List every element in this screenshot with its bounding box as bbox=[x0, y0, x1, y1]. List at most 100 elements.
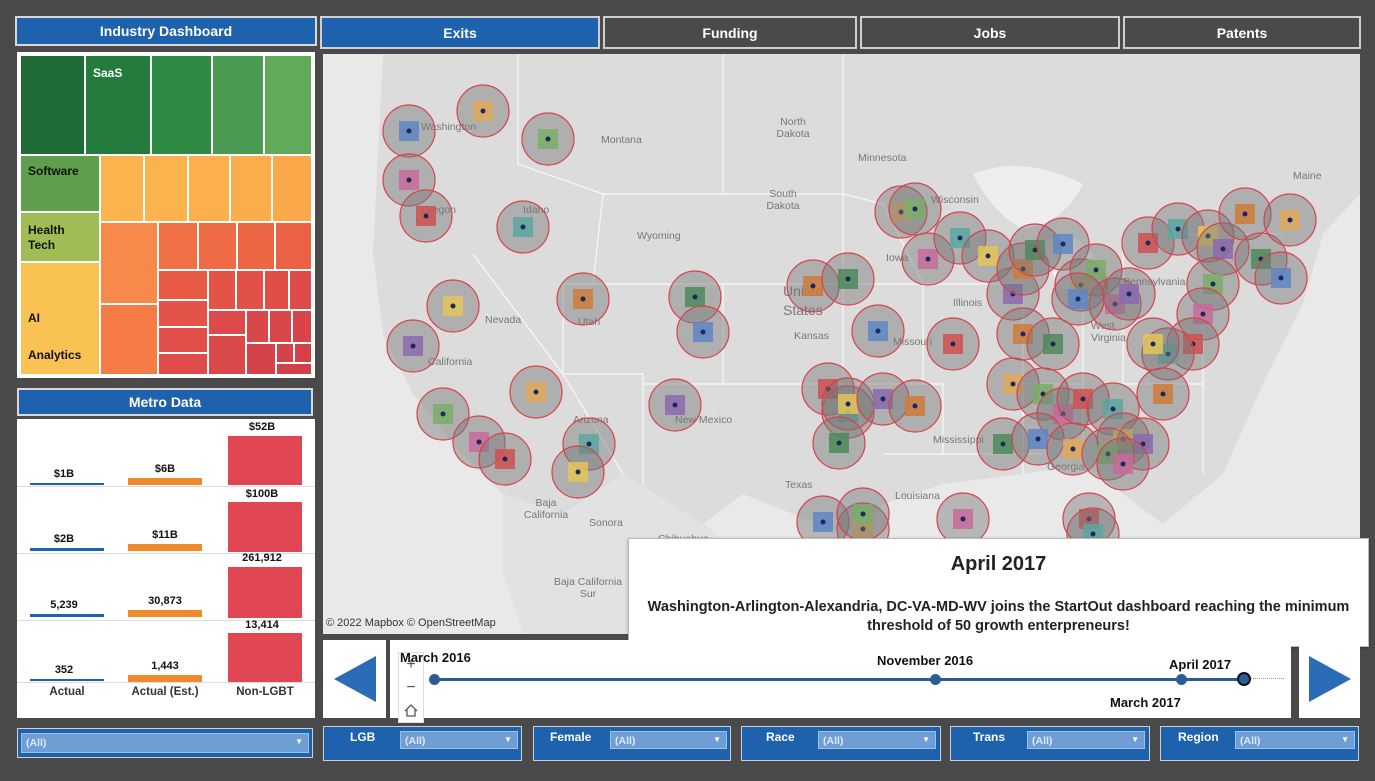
treemap-cell[interactable] bbox=[158, 327, 208, 353]
treemap-cell[interactable] bbox=[236, 270, 264, 310]
treemap-cell[interactable] bbox=[289, 270, 312, 310]
treemap-cell[interactable] bbox=[212, 55, 264, 155]
non-lgbt-bar[interactable] bbox=[228, 567, 302, 618]
metro-marker[interactable] bbox=[1136, 367, 1190, 421]
previous-button[interactable] bbox=[323, 640, 386, 718]
tab-funding[interactable]: Funding bbox=[603, 16, 857, 49]
actual-est-bar[interactable] bbox=[128, 610, 202, 617]
metro-marker[interactable] bbox=[521, 112, 575, 166]
filter-industry[interactable]: (All) ▼ bbox=[17, 728, 313, 758]
treemap-cell[interactable] bbox=[100, 304, 158, 375]
metro-marker[interactable] bbox=[556, 272, 610, 326]
industry-treemap[interactable]: SaaS Software Health Tech AI Analytics bbox=[17, 52, 315, 378]
actual-est-bar[interactable] bbox=[128, 675, 202, 682]
metro-marker[interactable] bbox=[1218, 187, 1272, 241]
metro-marker[interactable] bbox=[386, 319, 440, 373]
metro-marker[interactable] bbox=[1102, 267, 1156, 321]
metro-marker[interactable] bbox=[1254, 251, 1308, 305]
metro-marker[interactable] bbox=[509, 365, 563, 419]
treemap-cell[interactable] bbox=[158, 300, 208, 327]
treemap-cell[interactable] bbox=[276, 363, 312, 375]
metro-marker[interactable] bbox=[382, 104, 436, 158]
metro-marker[interactable] bbox=[1096, 437, 1150, 491]
tab-patents[interactable]: Patents bbox=[1123, 16, 1361, 49]
treemap-cell[interactable] bbox=[294, 343, 312, 363]
treemap-cell[interactable] bbox=[246, 343, 276, 375]
treemap-cell[interactable] bbox=[264, 55, 312, 155]
non-lgbt-bar[interactable] bbox=[228, 436, 302, 485]
treemap-cell[interactable] bbox=[272, 155, 312, 222]
filter-race[interactable]: Race (All) ▼ bbox=[741, 726, 941, 761]
timeline-slider[interactable]: + − March 2016 November 2016 April 2017 … bbox=[390, 640, 1291, 723]
treemap-cell[interactable] bbox=[276, 343, 294, 363]
metro-marker[interactable] bbox=[648, 378, 702, 432]
treemap-cell[interactable] bbox=[100, 222, 158, 304]
timeline-point[interactable] bbox=[1176, 674, 1187, 685]
treemap-cell[interactable] bbox=[292, 310, 312, 343]
metro-marker[interactable] bbox=[496, 200, 550, 254]
actual-bar[interactable] bbox=[30, 679, 104, 681]
metro-marker[interactable] bbox=[1126, 317, 1180, 371]
treemap-cell[interactable] bbox=[198, 222, 237, 270]
timeline-point[interactable] bbox=[930, 674, 941, 685]
treemap-cell[interactable] bbox=[158, 270, 208, 300]
treemap-cell[interactable] bbox=[188, 155, 230, 222]
actual-est-bar[interactable] bbox=[128, 544, 202, 551]
actual-est-bar[interactable] bbox=[128, 478, 202, 485]
home-icon[interactable] bbox=[399, 699, 423, 722]
filter-female[interactable]: Female (All) ▼ bbox=[533, 726, 731, 761]
metro-marker[interactable] bbox=[851, 304, 905, 358]
metro-marker[interactable] bbox=[836, 487, 890, 541]
filter-race-select[interactable]: (All) ▼ bbox=[818, 731, 936, 749]
next-button[interactable] bbox=[1299, 640, 1360, 718]
filter-industry-select[interactable]: (All) ▼ bbox=[21, 733, 309, 753]
filter-trans[interactable]: Trans (All) ▼ bbox=[950, 726, 1150, 761]
metro-marker[interactable] bbox=[551, 445, 605, 499]
filter-lgb[interactable]: LGB (All) ▼ bbox=[323, 726, 522, 761]
select-value: (All) bbox=[405, 735, 426, 747]
metro-marker[interactable] bbox=[926, 317, 980, 371]
metro-marker[interactable] bbox=[399, 189, 453, 243]
treemap-cell[interactable] bbox=[264, 270, 289, 310]
treemap-cell[interactable] bbox=[275, 222, 312, 270]
metro-marker[interactable] bbox=[1263, 193, 1317, 247]
actual-bar[interactable] bbox=[30, 614, 104, 617]
metro-marker[interactable] bbox=[1026, 317, 1080, 371]
filter-region[interactable]: Region (All) ▼ bbox=[1160, 726, 1359, 761]
tab-exits[interactable]: Exits bbox=[320, 16, 600, 49]
tab-jobs[interactable]: Jobs bbox=[860, 16, 1120, 49]
metro-marker[interactable] bbox=[812, 416, 866, 470]
treemap-cell[interactable] bbox=[208, 335, 246, 375]
metro-marker[interactable] bbox=[821, 252, 875, 306]
non-lgbt-bar[interactable] bbox=[228, 502, 302, 552]
actual-bar[interactable] bbox=[30, 548, 104, 551]
metro-marker[interactable] bbox=[426, 279, 480, 333]
filter-trans-select[interactable]: (All) ▼ bbox=[1027, 731, 1145, 749]
metro-marker[interactable] bbox=[676, 305, 730, 359]
treemap-cell[interactable] bbox=[230, 155, 272, 222]
treemap-cell[interactable] bbox=[144, 155, 188, 222]
timeline-handle[interactable] bbox=[1237, 672, 1251, 686]
non-lgbt-bar[interactable] bbox=[228, 633, 302, 682]
treemap-cell[interactable] bbox=[151, 55, 212, 155]
metro-marker[interactable] bbox=[478, 432, 532, 486]
metro-marker[interactable] bbox=[888, 379, 942, 433]
treemap-cell[interactable] bbox=[269, 310, 292, 343]
treemap-cell[interactable] bbox=[208, 270, 236, 310]
filter-female-select[interactable]: (All) ▼ bbox=[610, 731, 727, 749]
treemap-cell[interactable] bbox=[246, 310, 269, 343]
filter-lgb-select[interactable]: (All) ▼ bbox=[400, 731, 518, 749]
metro-marker[interactable] bbox=[888, 182, 942, 236]
treemap-cell[interactable] bbox=[20, 55, 85, 155]
treemap-cell[interactable] bbox=[158, 353, 208, 375]
metro-marker[interactable] bbox=[1051, 272, 1105, 326]
metro-marker[interactable] bbox=[456, 84, 510, 138]
timeline-point[interactable] bbox=[429, 674, 440, 685]
treemap-cell[interactable] bbox=[237, 222, 275, 270]
treemap-cell[interactable] bbox=[100, 155, 144, 222]
treemap-cell[interactable] bbox=[208, 310, 246, 335]
filter-region-select[interactable]: (All) ▼ bbox=[1235, 731, 1355, 749]
zoom-out-icon[interactable]: − bbox=[399, 676, 423, 699]
treemap-cell[interactable] bbox=[158, 222, 198, 270]
actual-bar[interactable] bbox=[30, 483, 104, 485]
